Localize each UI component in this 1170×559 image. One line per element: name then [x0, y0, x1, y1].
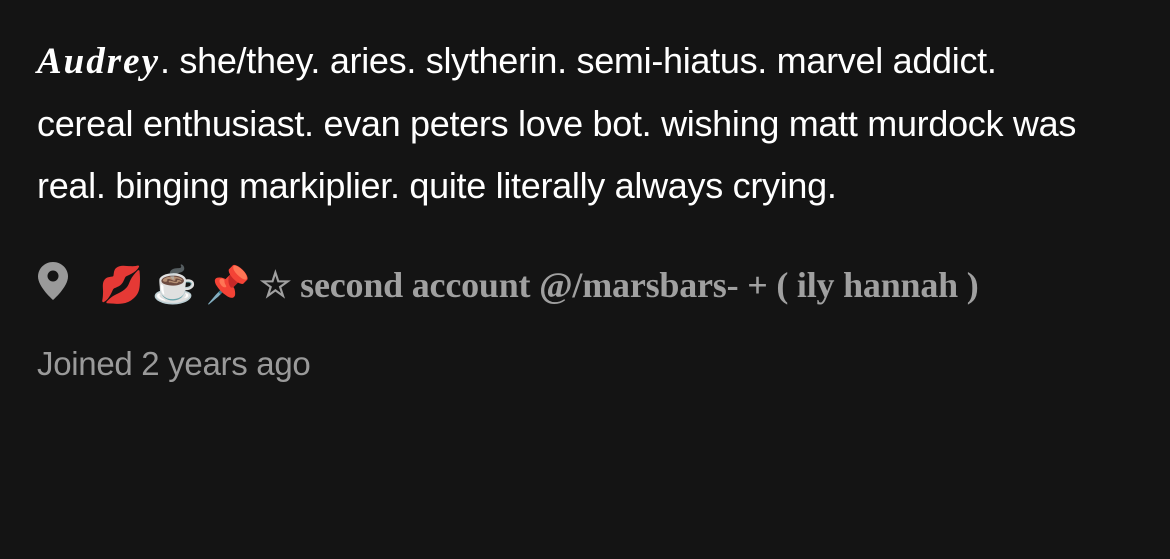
- profile-header: Audrey. she/they. aries. slytherin. semi…: [37, 30, 1137, 383]
- profile-location: 💋 ☕️ 📌 ☆ second account @/marsbars- + ( …: [37, 247, 999, 323]
- location-text: 💋 ☕️ 📌 ☆ second account @/marsbars- + ( …: [99, 265, 979, 305]
- profile-bio-text: . she/they. aries. slytherin. semi-hiatu…: [37, 40, 1077, 206]
- location-pin-icon: [38, 262, 68, 300]
- profile-name: Audrey: [37, 41, 160, 82]
- joined-date: Joined 2 years ago: [37, 345, 311, 382]
- profile-bio: Audrey. she/they. aries. slytherin. semi…: [37, 30, 1097, 217]
